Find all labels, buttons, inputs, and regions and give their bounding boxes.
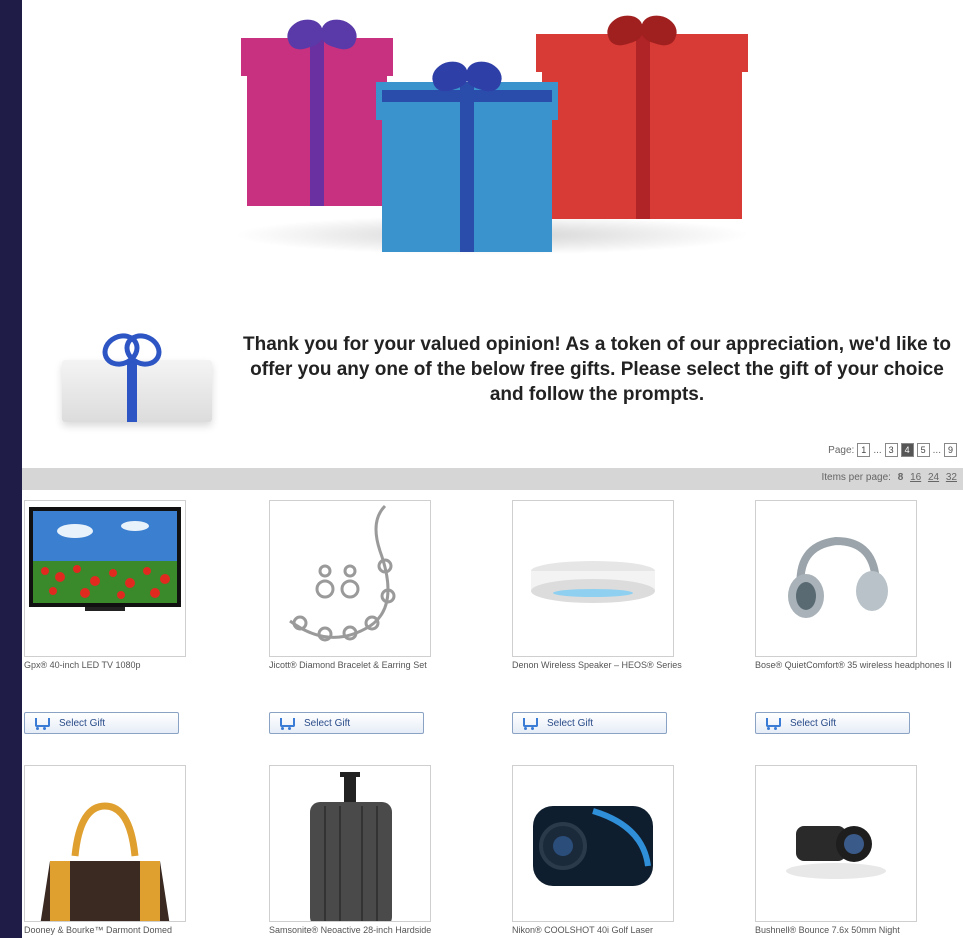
tv-icon[interactable] <box>24 500 186 657</box>
page-link-3[interactable]: 3 <box>884 443 898 457</box>
cart-icon <box>521 717 538 730</box>
cart-icon <box>278 717 295 730</box>
handbag-icon[interactable] <box>24 765 186 922</box>
product-name: Bushnell® Bounce 7.6x 50mm Night <box>755 925 900 935</box>
rangefinder-icon[interactable] <box>512 765 674 922</box>
select-gift-button[interactable]: Select Gift <box>512 712 667 734</box>
red-gift-box-icon <box>536 34 748 219</box>
select-gift-label: Select Gift <box>59 717 106 729</box>
page-link-1[interactable]: 1 <box>857 443 871 457</box>
page-ellipsis: ... <box>932 444 941 456</box>
white-gift-box-icon <box>52 320 217 430</box>
product-name: Gpx® 40-inch LED TV 1080p <box>24 660 141 670</box>
items-per-page: Items per page: 8 16 24 32 <box>821 472 957 483</box>
page-label: Page: <box>828 444 855 456</box>
select-gift-button[interactable]: Select Gift <box>24 712 179 734</box>
monocular-icon[interactable] <box>755 765 917 922</box>
select-gift-button[interactable]: Select Gift <box>755 712 910 734</box>
cart-icon <box>764 717 781 730</box>
jewelry-icon[interactable] <box>269 500 431 657</box>
product-name: Samsonite® Neoactive 28-inch Hardside <box>269 925 432 935</box>
items-per-page-32[interactable]: 32 <box>946 472 957 483</box>
product-name: Denon Wireless Speaker – HEOS® Series <box>512 660 682 670</box>
blue-gift-box-icon <box>376 82 558 252</box>
survey-reward-page: Thank you for your valued opinion! As a … <box>22 0 963 938</box>
product-name: Dooney & Bourke™ Darmont Domed <box>24 925 173 935</box>
cart-icon <box>33 717 50 730</box>
luggage-icon[interactable] <box>269 765 431 922</box>
select-gift-label: Select Gift <box>547 717 594 729</box>
items-per-page-8: 8 <box>897 472 904 483</box>
select-gift-label: Select Gift <box>304 717 351 729</box>
page-link-4-current: 4 <box>900 443 914 457</box>
select-gift-label: Select Gift <box>790 717 837 729</box>
page-ellipsis: ... <box>873 444 882 456</box>
headphones-icon[interactable] <box>755 500 917 657</box>
pagination: Page: 1 ... 3 4 5 ... 9 <box>828 443 957 457</box>
product-name: Bose® QuietComfort® 35 wireless headphon… <box>755 660 952 670</box>
hero-gift-boxes <box>212 0 772 270</box>
select-gift-button[interactable]: Select Gift <box>269 712 424 734</box>
items-per-page-16[interactable]: 16 <box>910 472 921 483</box>
items-per-page-24[interactable]: 24 <box>928 472 939 483</box>
items-per-page-label: Items per page: <box>821 472 891 483</box>
page-link-5[interactable]: 5 <box>916 443 930 457</box>
page-link-9[interactable]: 9 <box>944 443 957 457</box>
pink-gift-box-icon <box>241 38 393 206</box>
product-name: Nikon® COOLSHOT 40i Golf Laser <box>512 925 654 935</box>
thank-you-message: Thank you for your valued opinion! As a … <box>243 334 951 405</box>
product-name: Jicott® Diamond Bracelet & Earring Set <box>269 660 427 670</box>
speaker-icon[interactable] <box>512 500 674 657</box>
